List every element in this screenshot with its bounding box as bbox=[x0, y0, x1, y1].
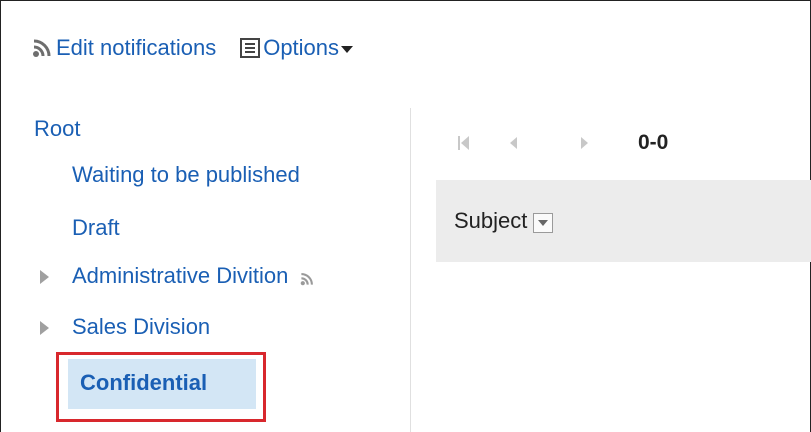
edit-notifications-label: Edit notifications bbox=[56, 35, 217, 60]
tree-item-root[interactable]: Root bbox=[34, 116, 80, 142]
rss-notify-icon bbox=[33, 39, 51, 57]
panel-divider bbox=[410, 108, 411, 432]
sort-dropdown-button[interactable] bbox=[533, 213, 554, 233]
column-header-subject: Subject bbox=[454, 208, 528, 233]
notification-icon bbox=[301, 273, 314, 286]
options-list-icon bbox=[240, 38, 261, 58]
first-page-icon[interactable] bbox=[458, 136, 470, 150]
tree-item-label: Root bbox=[34, 116, 81, 141]
tree-item-label: Confidential bbox=[80, 370, 208, 395]
page-count: 0-0 bbox=[638, 131, 669, 154]
expand-arrow-icon[interactable] bbox=[40, 321, 49, 335]
toolbar: Edit notifications Options bbox=[32, 30, 354, 66]
tree-item-administrative[interactable]: Administrative Divition bbox=[72, 263, 314, 289]
options-label: Options bbox=[263, 35, 340, 60]
tree-item-confidential[interactable]: Confidential bbox=[80, 370, 207, 396]
prev-page-icon[interactable] bbox=[510, 137, 517, 149]
edit-notifications-link[interactable]: Edit notifications bbox=[32, 35, 216, 61]
expand-arrow-icon[interactable] bbox=[40, 270, 49, 284]
tree-item-label: Draft bbox=[72, 215, 120, 240]
tree-item-waiting[interactable]: Waiting to be published bbox=[72, 162, 300, 188]
caret-down-icon bbox=[341, 46, 354, 53]
pager: 0-0 bbox=[458, 128, 668, 158]
list-header: Subject bbox=[436, 180, 811, 262]
next-page-icon[interactable] bbox=[581, 137, 588, 149]
tree-item-sales[interactable]: Sales Division bbox=[72, 314, 210, 340]
tree-item-draft[interactable]: Draft bbox=[72, 215, 120, 241]
tree-item-label: Sales Division bbox=[72, 314, 211, 339]
tree-item-label: Administrative Divition bbox=[72, 263, 289, 288]
options-menu-button[interactable]: Options bbox=[240, 35, 354, 61]
tree-item-label: Waiting to be published bbox=[72, 162, 300, 187]
